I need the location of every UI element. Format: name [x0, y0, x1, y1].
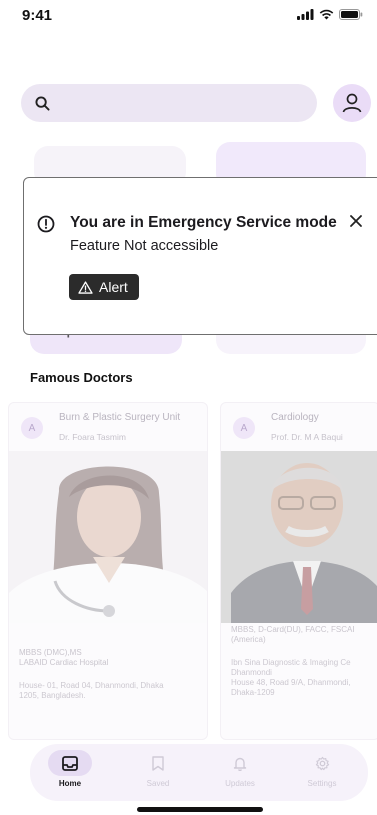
nav-label: Home [58, 779, 82, 788]
section-title: Famous Doctors [30, 370, 133, 385]
nav-item-saved[interactable]: Saved [128, 750, 188, 788]
nav-item-home[interactable]: Home [40, 750, 100, 788]
inbox-icon [62, 755, 78, 771]
wifi-icon [319, 9, 334, 20]
doctor-address: House- 01, Road 04, Dhanmondi, Dhaka [19, 681, 164, 690]
doctor-degree: MBBS, D-Card(DU), FACC, FSCAI [231, 625, 355, 634]
bookmark-icon [152, 755, 164, 771]
doctor-degree: (America) [231, 635, 266, 644]
doctor-degree: MBBS (DMC),MS [19, 648, 82, 657]
search-icon [35, 95, 50, 111]
doctor-address: Dhanmondi [231, 668, 272, 677]
doctor-department: Cardiology [271, 412, 319, 423]
alert-button[interactable]: Alert [69, 274, 139, 300]
nav-label: Settings [307, 779, 337, 788]
doctor-photo [9, 451, 207, 623]
gear-icon [315, 756, 329, 770]
doctor-photo [221, 451, 377, 623]
doctor-badge: A [233, 417, 255, 439]
dialog-title: You are in Emergency Service mode [70, 214, 337, 231]
nav-label: Saved [146, 779, 170, 788]
doctor-card-header: A Cardiology Prof. Dr. M A Baqui [221, 403, 377, 451]
search-input[interactable] [21, 84, 317, 122]
status-bar: 9:41 [0, 0, 377, 34]
status-icons [297, 9, 363, 20]
doctor-address: House 48, Road 9/A, Dhanmondi, [231, 678, 351, 687]
nav-label: Updates [225, 779, 255, 788]
person-icon [342, 93, 362, 113]
bell-icon [233, 757, 247, 771]
doctor-name: Dr. Foara Tasmim [59, 432, 126, 442]
doctor-name: Prof. Dr. M A Baqui [271, 432, 343, 442]
warning-icon [78, 280, 93, 294]
signal-icon [297, 9, 314, 20]
alert-label: Alert [99, 279, 128, 295]
doctor-address: Dhaka-1209 [231, 688, 275, 697]
status-time: 9:41 [22, 7, 53, 24]
info-icon [37, 215, 55, 233]
dialog-subtitle: Feature Not accessible [70, 238, 219, 254]
doctor-address: 1205, Bangladesh. [19, 691, 86, 700]
doctor-hospital: LABAID Cardiac Hospital [19, 658, 109, 667]
doctor-address: Ibn Sina Diagnostic & Imaging Ce [231, 658, 351, 667]
doctor-card[interactable]: A Burn & Plastic Surgery Unit Dr. Foara … [8, 402, 208, 740]
home-indicator [137, 807, 263, 812]
doctor-card-header: A Burn & Plastic Surgery Unit Dr. Foara … [9, 403, 207, 451]
bottom-nav: Home Saved Updates Settings [30, 744, 368, 801]
nav-item-updates[interactable]: Updates [210, 750, 270, 788]
doctor-badge: A [21, 417, 43, 439]
avatar[interactable] [333, 84, 371, 122]
doctor-department: Burn & Plastic Surgery Unit [59, 412, 181, 423]
emergency-dialog: You are in Emergency Service mode Featur… [23, 177, 377, 335]
battery-icon [339, 9, 363, 20]
doctor-card[interactable]: A Cardiology Prof. Dr. M A Baqui MBBS, D… [220, 402, 377, 740]
nav-item-settings[interactable]: Settings [292, 750, 352, 788]
close-icon[interactable] [349, 214, 363, 228]
